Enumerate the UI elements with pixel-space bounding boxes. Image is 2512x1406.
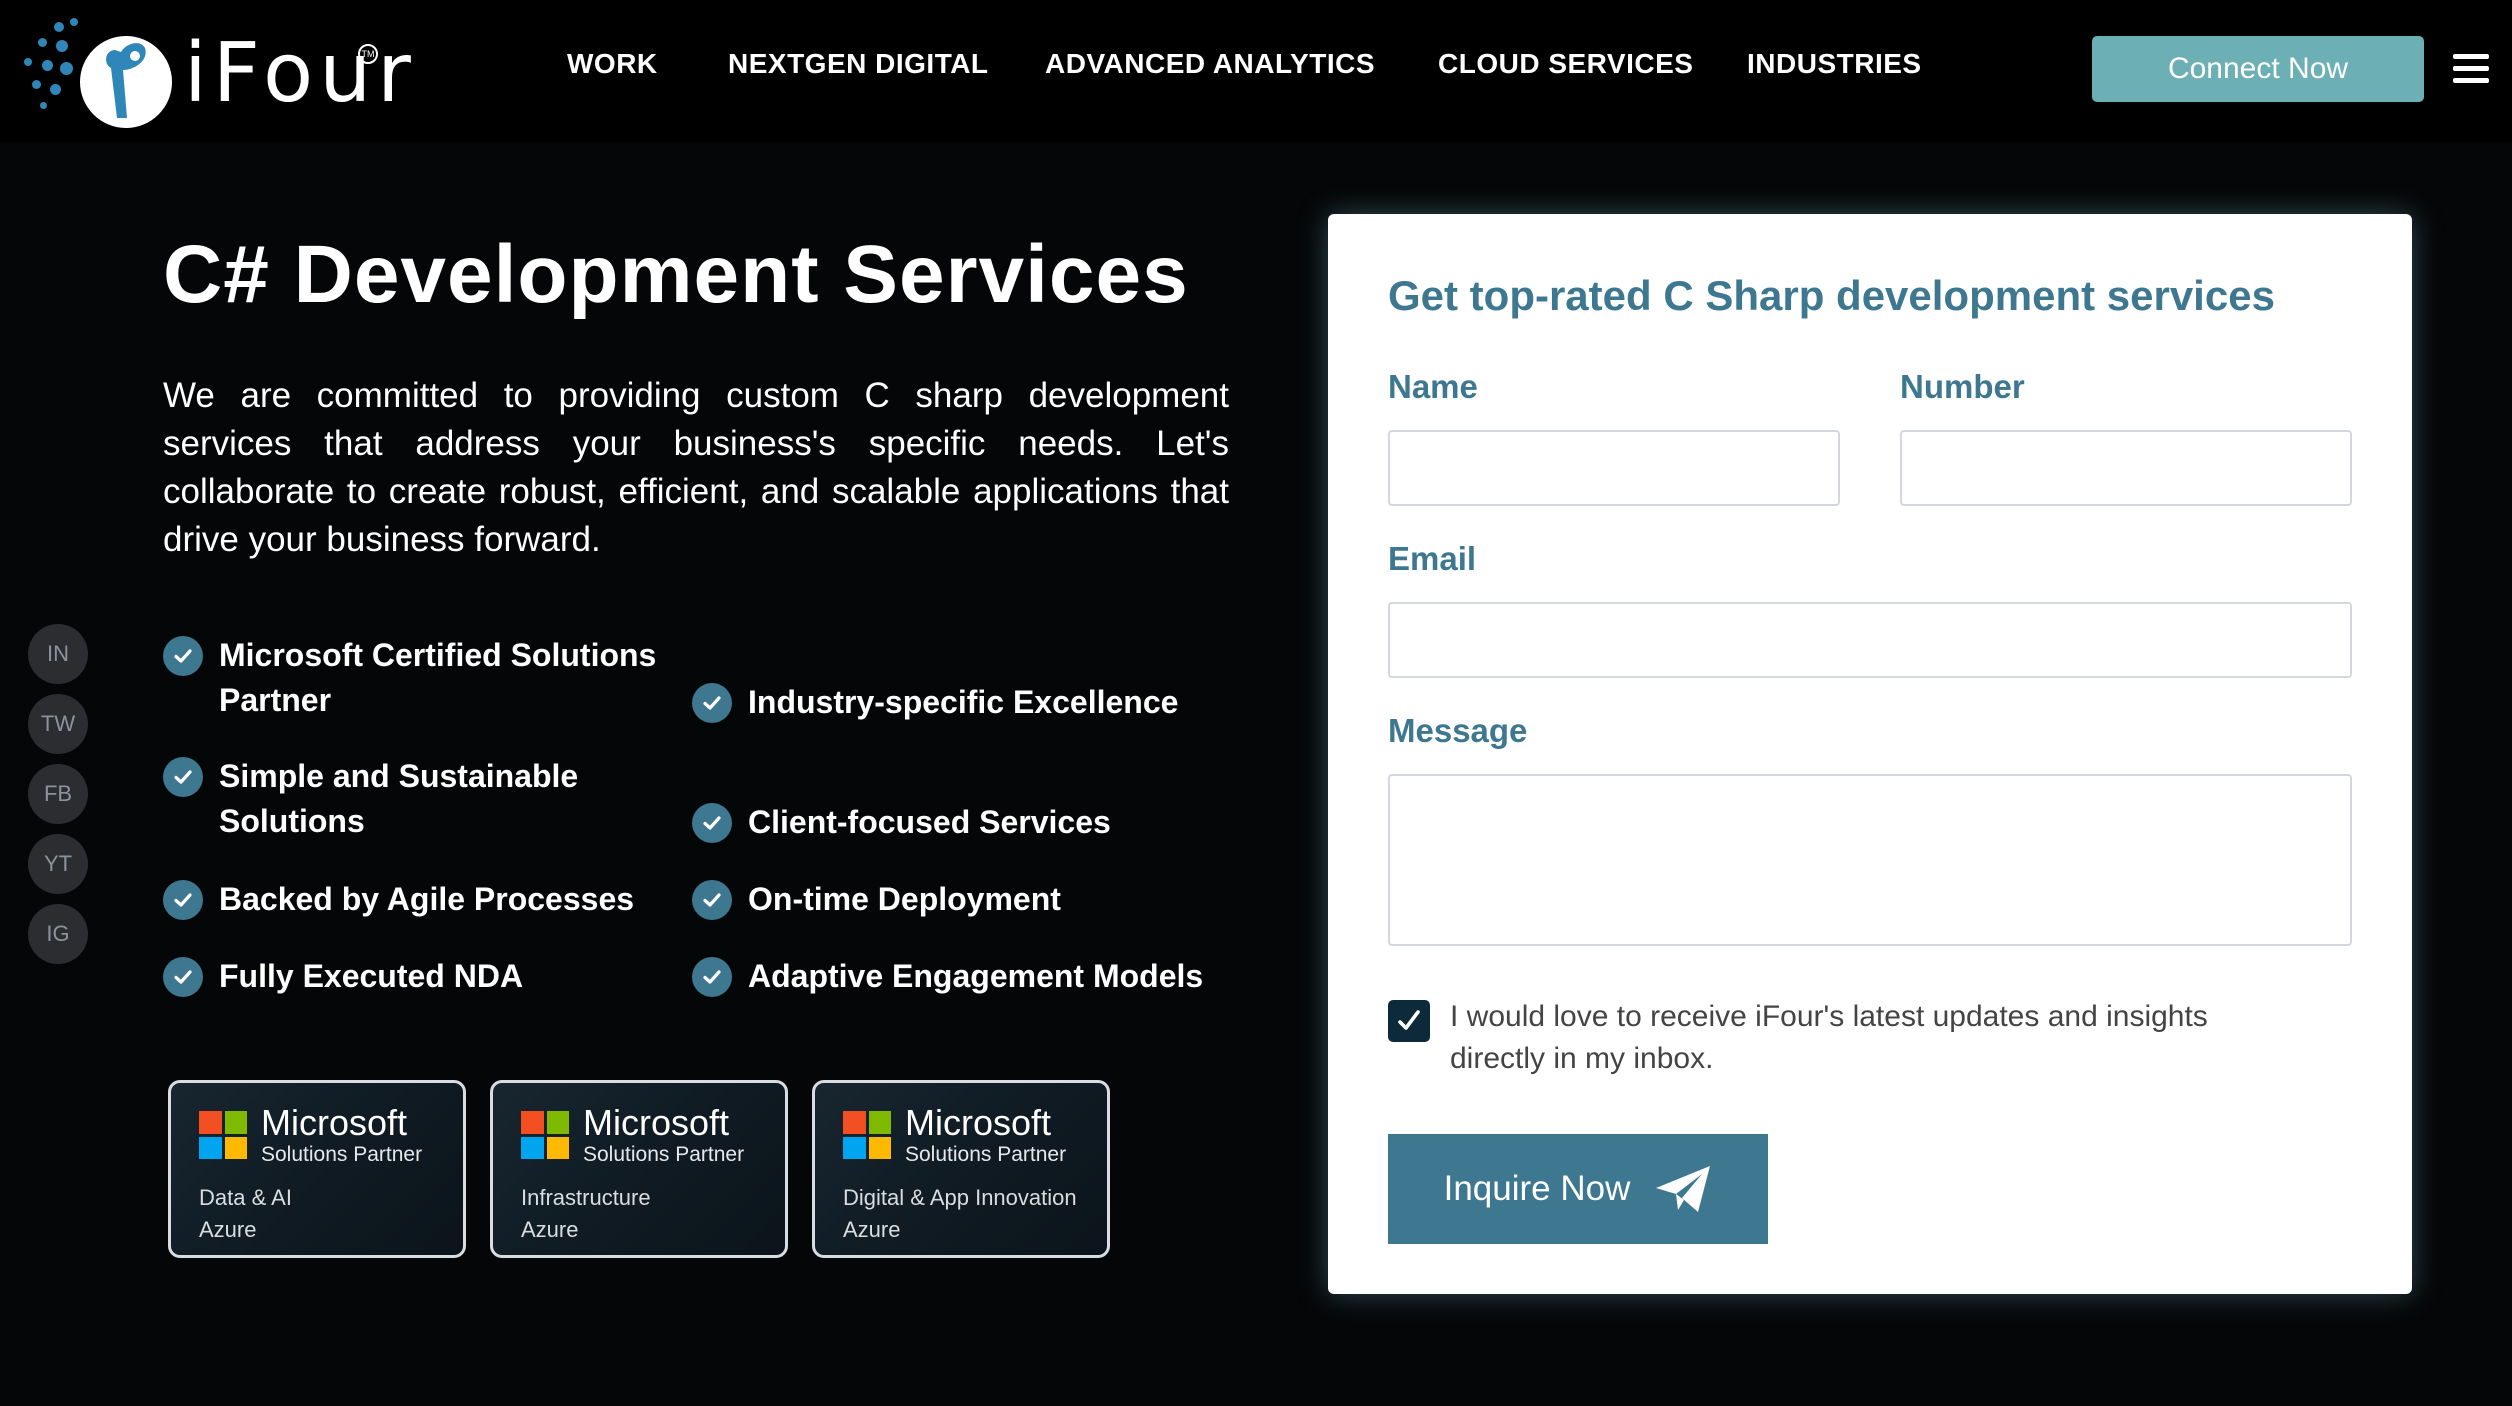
nav-item-cloud-services[interactable]: CLOUD SERVICES bbox=[1438, 48, 1693, 80]
social-twitter-button[interactable]: TW bbox=[28, 694, 88, 754]
inquiry-form-card: Get top-rated C Sharp development servic… bbox=[1328, 214, 2412, 1294]
page-title: C# Development Services bbox=[163, 229, 1189, 320]
name-input[interactable] bbox=[1388, 430, 1840, 506]
feature-item: Industry-specific Excellence bbox=[692, 680, 1252, 725]
nav-item-work[interactable]: WORK bbox=[567, 48, 658, 80]
social-facebook-button[interactable]: FB bbox=[28, 764, 88, 824]
paper-plane-icon bbox=[1656, 1166, 1711, 1212]
nav-item-advanced-analytics[interactable]: ADVANCED ANALYTICS bbox=[1045, 48, 1375, 80]
inquire-now-label: Inquire Now bbox=[1443, 1169, 1631, 1208]
feature-item: Fully Executed NDA bbox=[163, 954, 683, 999]
social-youtube-button[interactable]: YT bbox=[28, 834, 88, 894]
badge-brand: Microsoft bbox=[905, 1102, 1052, 1143]
badge-platform: Azure bbox=[199, 1217, 257, 1242]
feature-label: Simple and Sustainable Solutions bbox=[219, 758, 579, 839]
trademark-mark: TM bbox=[358, 44, 378, 64]
logo-wordmark: iFour bbox=[184, 26, 417, 121]
form-title: Get top-rated C Sharp development servic… bbox=[1388, 272, 2275, 319]
social-instagram-button[interactable]: IG bbox=[28, 904, 88, 964]
check-circle-icon bbox=[163, 957, 203, 997]
check-circle-icon bbox=[163, 880, 203, 920]
check-circle-icon bbox=[692, 880, 732, 920]
feature-item: Client-focused Services bbox=[692, 800, 1252, 845]
inquire-now-button[interactable]: Inquire Now bbox=[1388, 1134, 1768, 1244]
nav-item-industries[interactable]: INDUSTRIES bbox=[1747, 48, 1922, 80]
feature-label: Microsoft Certified Solutions Partner bbox=[219, 637, 657, 718]
badge-subtitle: Solutions Partner bbox=[583, 1143, 745, 1166]
partner-badge-digital-app: Microsoft Solutions Partner Digital & Ap… bbox=[812, 1080, 1110, 1258]
feature-item: Adaptive Engagement Models bbox=[692, 954, 1272, 999]
check-circle-icon bbox=[163, 757, 203, 797]
feature-label: Industry-specific Excellence bbox=[748, 684, 1179, 720]
feature-label: Backed by Agile Processes bbox=[219, 881, 635, 917]
newsletter-optin-checkbox[interactable] bbox=[1388, 1000, 1430, 1042]
number-input[interactable] bbox=[1900, 430, 2352, 506]
feature-item: On-time Deployment bbox=[692, 877, 1252, 922]
microsoft-logo-icon bbox=[843, 1111, 891, 1159]
email-label: Email bbox=[1388, 540, 1477, 577]
feature-label: On-time Deployment bbox=[748, 881, 1061, 917]
microsoft-logo-icon bbox=[521, 1111, 569, 1159]
ifour-logo[interactable]: iFour TM bbox=[24, 18, 411, 128]
checkmark-icon bbox=[1398, 1010, 1420, 1030]
check-circle-icon bbox=[163, 636, 203, 676]
feature-item: Microsoft Certified Solutions Partner bbox=[163, 633, 663, 723]
badge-brand: Microsoft bbox=[583, 1102, 730, 1143]
newsletter-optin-label: I would love to receive iFour's latest u… bbox=[1450, 1000, 2208, 1075]
microsoft-logo-icon bbox=[199, 1111, 247, 1159]
logo-mark-icon bbox=[80, 36, 172, 128]
badge-subtitle: Solutions Partner bbox=[261, 1143, 423, 1166]
check-circle-icon bbox=[692, 957, 732, 997]
check-circle-icon bbox=[692, 683, 732, 723]
badge-brand: Microsoft bbox=[261, 1102, 408, 1143]
social-linkedin-button[interactable]: IN bbox=[28, 624, 88, 684]
site-header: iFour TM WORK NEXTGEN DIGITAL ADVANCED A… bbox=[0, 0, 2512, 142]
nav-item-nextgen-digital[interactable]: NEXTGEN DIGITAL bbox=[728, 48, 989, 80]
connect-now-button[interactable]: Connect Now bbox=[2092, 36, 2424, 102]
feature-item: Simple and Sustainable Solutions bbox=[163, 754, 663, 844]
badge-specialty: Digital & App Innovation bbox=[843, 1185, 1077, 1210]
feature-label: Client-focused Services bbox=[748, 804, 1111, 840]
partner-badge-infrastructure: Microsoft Solutions Partner Infrastructu… bbox=[490, 1080, 788, 1258]
hamburger-menu-icon[interactable] bbox=[2453, 54, 2489, 84]
badge-specialty: Infrastructure bbox=[521, 1185, 651, 1210]
number-label: Number bbox=[1900, 368, 2025, 405]
feature-item: Backed by Agile Processes bbox=[163, 877, 683, 922]
message-textarea[interactable] bbox=[1388, 774, 2352, 946]
hero-description: We are committed to providing custom C s… bbox=[163, 376, 1229, 559]
feature-label: Fully Executed NDA bbox=[219, 958, 524, 994]
badge-subtitle: Solutions Partner bbox=[905, 1143, 1067, 1166]
badge-specialty: Data & AI bbox=[199, 1185, 292, 1210]
badge-platform: Azure bbox=[843, 1217, 901, 1242]
feature-label: Adaptive Engagement Models bbox=[748, 958, 1204, 994]
badge-platform: Azure bbox=[521, 1217, 579, 1242]
message-label: Message bbox=[1388, 712, 1528, 749]
partner-badge-data-ai: Microsoft Solutions Partner Data & AI Az… bbox=[168, 1080, 466, 1258]
check-circle-icon bbox=[692, 803, 732, 843]
email-input[interactable] bbox=[1388, 602, 2352, 678]
name-label: Name bbox=[1388, 368, 1478, 405]
